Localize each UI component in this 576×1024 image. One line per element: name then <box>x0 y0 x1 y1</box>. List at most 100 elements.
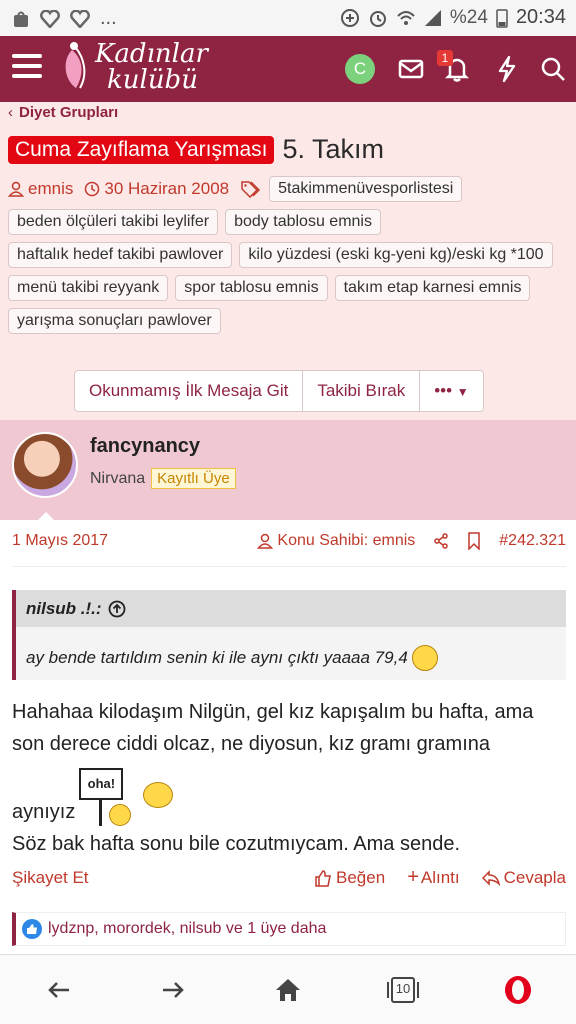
user-title-row: Nirvana Kayıtlı Üye <box>90 468 236 489</box>
search-icon[interactable] <box>538 54 568 84</box>
clock: 20:34 <box>515 6 566 28</box>
title-row: Cuma Zayıflama Yarışması 5. Takım <box>8 134 384 165</box>
plus-icon: + <box>407 866 419 888</box>
app-header: Kadınlar kulübü C 1 <box>0 36 576 102</box>
user-icon <box>8 181 24 197</box>
go-to-unread-button[interactable]: Okunmamış İlk Mesaja Git <box>75 371 304 411</box>
oha-sign-board: oha! <box>79 768 124 800</box>
like-label: Beğen <box>336 867 386 887</box>
quote-text: ay bende tartıldım senin ki ile aynı çık… <box>26 648 408 667</box>
signal-icon <box>424 9 441 26</box>
likes-summary[interactable]: lydznp, morordek, nilsub ve 1 üye daha <box>12 912 566 946</box>
caret-down-icon: ▼ <box>456 385 469 399</box>
tabs-icon[interactable]: 10 <box>386 975 420 1005</box>
lightning-icon[interactable] <box>492 54 522 84</box>
like-button[interactable]: Beğen <box>314 866 385 889</box>
post-text-line3: Söz bak hafta sonu bile cozutmıycam. Ama… <box>12 833 461 855</box>
thread-title: 5. Takım <box>282 134 385 164</box>
logo-text: Kadınlar kulübü <box>95 41 208 93</box>
arrow-up-circle-icon[interactable] <box>108 600 126 618</box>
thread-meta-tags: emnis 30 Haziran 2008 5takimmenüvesporli… <box>8 176 568 334</box>
oha-sign-pole <box>99 800 103 826</box>
tag[interactable]: spor tablosu emnis <box>175 275 328 301</box>
back-arrow-icon[interactable] <box>44 975 74 1005</box>
post-meta: 1 Mayıs 2017 Konu Sahibi: emnis #242.321 <box>12 532 566 550</box>
oha-sign-icon: oha! <box>79 768 139 828</box>
battery-icon <box>496 8 508 28</box>
opera-menu-icon[interactable] <box>502 974 534 1006</box>
data-saver-icon <box>340 8 359 27</box>
thread-author[interactable]: emnis <box>8 179 73 199</box>
tag[interactable]: 5takimmenüvesporlistesi <box>269 176 463 202</box>
user-avatar[interactable] <box>12 432 78 498</box>
post-actions: Şikayet Et Beğen + Alıntı Cevapla <box>12 866 566 889</box>
tag[interactable]: yarışma sonuçları pawlover <box>8 308 221 334</box>
thread-date: 30 Haziran 2008 <box>84 179 229 199</box>
tabs-count: 10 <box>395 981 411 996</box>
post-text-line1: Hahahaa kilodaşım Nilgün, gel kız kapışa… <box>12 701 534 755</box>
share-icon[interactable] <box>433 533 449 549</box>
status-bar: ... %24 20:34 <box>0 0 576 36</box>
thread-starter: Konu Sahibi: emnis <box>257 532 415 550</box>
post-number[interactable]: #242.321 <box>499 532 566 550</box>
heart-icon <box>70 9 90 28</box>
user-badge: Kayıtlı Üye <box>151 468 236 489</box>
browser-navbar: 10 <box>0 954 576 1024</box>
tag[interactable]: haftalık hedef takibi pawlover <box>8 242 233 268</box>
mail-icon[interactable] <box>396 54 426 84</box>
menu-icon[interactable] <box>12 54 42 80</box>
logo-line2: kulübü <box>107 65 198 95</box>
user-icon <box>257 533 274 549</box>
like-badge-icon <box>22 919 42 939</box>
more-button[interactable]: ••• ▼ <box>420 371 482 411</box>
oha-smiley <box>109 804 132 826</box>
home-icon[interactable] <box>273 975 303 1005</box>
quote-header[interactable]: nilsub .!.: <box>16 590 566 627</box>
report-link[interactable]: Şikayet Et <box>12 868 89 888</box>
post-text-line2: aynıyız oha! <box>12 760 566 828</box>
quote-label: Alıntı <box>420 867 460 887</box>
tags-icon <box>241 181 261 198</box>
reply-label: Cevapla <box>503 867 566 887</box>
breadcrumb-link[interactable]: Diyet Grupları <box>19 104 118 121</box>
thumbs-up-icon <box>315 869 331 887</box>
clock-icon <box>85 181 100 197</box>
thread-header: ‹ Diyet Grupları Cuma Zayıflama Yarışmas… <box>0 102 576 420</box>
author-name[interactable]: emnis <box>28 179 73 199</box>
quote-body: ay bende tartıldım senin ki ile aynı çık… <box>16 627 566 689</box>
battery-percent: %24 <box>449 6 488 28</box>
thread-starter-label: Konu Sahibi: emnis <box>277 532 416 549</box>
reply-icon <box>481 869 500 886</box>
breadcrumb[interactable]: ‹ Diyet Grupları <box>8 104 118 121</box>
panel-notch <box>36 512 56 522</box>
crazy-smiley-icon <box>411 645 438 671</box>
thread-actions: Okunmamış İlk Mesaja Git Takibi Bırak ••… <box>74 370 484 412</box>
alarm-icon <box>369 10 386 27</box>
kiss-smiley-icon <box>143 782 174 808</box>
heart-icon <box>40 9 60 28</box>
quote-author[interactable]: nilsub .!.: <box>26 599 102 619</box>
tag[interactable]: takım etap karnesi emnis <box>334 275 531 301</box>
tag[interactable]: menü takibi reyyank <box>8 275 169 301</box>
forward-arrow-icon[interactable] <box>158 975 188 1005</box>
bag-icon <box>14 11 28 27</box>
post-user-panel: fancynancy Nirvana Kayıtlı Üye <box>0 420 576 520</box>
chevron-left-icon: ‹ <box>8 104 13 121</box>
user-title: Nirvana <box>90 469 146 487</box>
thread-prefix[interactable]: Cuma Zayıflama Yarışması <box>8 135 275 164</box>
notification-badge: 1 <box>437 50 453 66</box>
more-notifications-icon: ... <box>100 7 117 29</box>
username[interactable]: fancynancy <box>90 435 200 458</box>
unwatch-button[interactable]: Takibi Bırak <box>303 371 421 411</box>
post-date[interactable]: 1 Mayıs 2017 <box>12 532 108 550</box>
tag[interactable]: body tablosu emnis <box>225 209 381 235</box>
wifi-icon <box>397 10 415 25</box>
tag[interactable]: beden ölçüleri takibi leylifer <box>8 209 219 235</box>
tag[interactable]: kilo yüzdesi (eski kg-yeni kg)/eski kg *… <box>239 242 553 268</box>
likes-text[interactable]: lydznp, morordek, nilsub ve 1 üye daha <box>48 920 326 938</box>
bookmark-icon[interactable] <box>467 532 481 550</box>
account-avatar[interactable]: C <box>345 54 375 84</box>
reply-button[interactable]: Cevapla <box>481 866 566 889</box>
quote-button[interactable]: + Alıntı <box>407 866 459 889</box>
quote-block: nilsub .!.: ay bende tartıldım senin ki … <box>12 590 566 680</box>
